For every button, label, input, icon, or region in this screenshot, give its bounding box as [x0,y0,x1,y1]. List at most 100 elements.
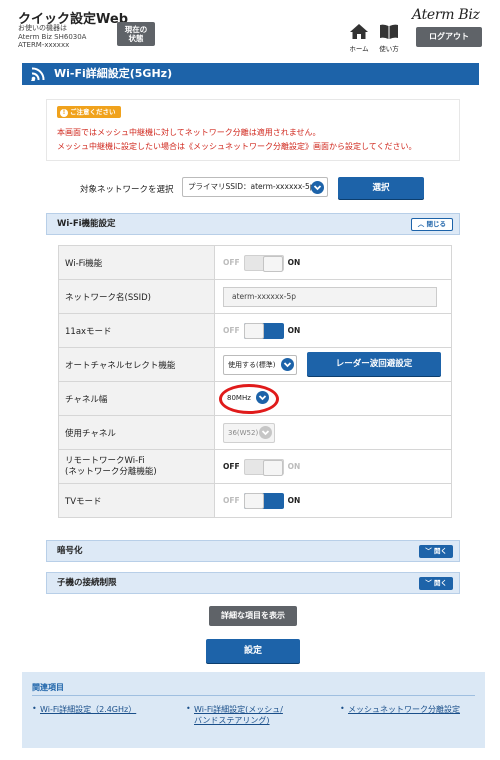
notice-badge-label: ご注意ください [70,108,116,116]
channel-label: 使用チャネル [58,415,215,450]
wifi-function-switch[interactable]: OFF ON [223,254,301,272]
device-info-line: お使いの機器は [18,24,67,32]
row-wifi-function: Wi-Fi機能 OFF ON [58,245,452,280]
home-icon [350,24,368,39]
collapse-wifi-settings-button[interactable]: ︿ 閉じる [410,218,453,231]
wifi-function-label: Wi-Fi機能 [58,245,215,280]
expand-label: 開く [434,579,447,587]
wifi-settings-header: Wi-Fi機能設定 ︿ 閉じる [46,213,460,235]
chevron-down-icon: ﹀ [425,579,432,587]
bullet: • [186,704,191,713]
row-tv-mode: TVモード OFF ON [58,483,452,518]
current-status-label-1: 現在の [124,25,148,34]
chevron-down-icon [259,425,272,439]
chevron-down-icon [281,357,294,371]
switch-knob [243,492,264,509]
help-button[interactable]: 使い方 [376,24,402,53]
logout-button[interactable]: ログアウト [416,27,482,47]
home-button[interactable]: ホーム [346,24,372,53]
page-title-bar: Wi-Fi詳細設定(5GHz) [22,63,479,85]
show-detail-button[interactable]: 詳細な項目を表示 [209,606,297,626]
chevron-up-icon: ︿ [417,220,425,228]
related-title: 関連項目 [32,683,64,692]
auto-channel-value: 使用する(標準) [228,360,276,369]
switch-knob [243,322,264,339]
switch-off-label: OFF [223,258,240,267]
device-info: お使いの機器は Aterm Biz SH6030A ATERM-xxxxxx [18,24,86,50]
chevron-down-icon [311,181,324,194]
switch-off-label: OFF [223,462,240,471]
channel-width-label: チャネル幅 [58,381,215,416]
channel-width-value: 80MHz [227,393,251,402]
channel-value: 36(W52) [228,428,259,437]
switch-on-label: ON [287,258,301,267]
channel-select[interactable]: 36(W52) [223,422,275,443]
11ax-mode-switch[interactable]: OFF ON [223,322,301,339]
wifi-icon [31,67,45,81]
notice-line-1: 本画面ではメッシュ中継機に対してネットワーク分離は適用されません。 [57,128,321,137]
row-auto-channel: オートチャネルセレクト機能 使用する(標準) レーダー波回避設定 [58,347,452,382]
link-mesh-network-isolation[interactable]: メッシュネットワーク分離設定 [348,704,460,715]
tv-mode-label: TVモード [58,483,215,518]
home-label: ホーム [349,45,369,53]
notice-box: ! ご注意ください 本画面ではメッシュ中継機に対してネットワーク分離は適用されませ… [46,99,460,161]
row-channel-width: チャネル幅 80MHz [58,381,452,416]
wifi-settings-table: Wi-Fi機能 OFF ON ネットワーク名(SSID) 11axモード OFF… [58,245,452,518]
switch-on-label: ON [287,326,301,335]
switch-off-label: OFF [223,496,240,505]
bullet: • [340,704,345,713]
page-title: Wi-Fi詳細設定(5GHz) [54,67,173,80]
11ax-mode-label: 11axモード [58,313,215,348]
link-wifi-mesh-line1: Wi-Fi詳細設定(メッシュ/ [194,705,283,714]
encryption-title: 暗号化 [57,546,83,556]
auto-channel-select[interactable]: 使用する(標準) [223,354,297,375]
brand-logo: Aterm Biz [412,7,480,23]
expand-client-limit-button[interactable]: ﹀ 開く [419,577,453,590]
client-limit-title: 子機の接続制限 [57,578,117,588]
submit-button[interactable]: 設定 [206,639,300,663]
switch-on-label: ON [287,496,301,505]
row-ssid: ネットワーク名(SSID) [58,279,452,314]
remote-work-wifi-sublabel: (ネットワーク分離機能) [65,466,157,477]
switch-on-label: ON [287,462,301,471]
row-11ax-mode: 11axモード OFF ON [58,313,452,348]
ssid-field[interactable] [223,286,437,307]
caution-icon: ! [60,109,68,117]
header: クイック設定Web お使いの機器は Aterm Biz SH6030A ATER… [0,0,500,53]
chevron-down-icon: ﹀ [425,547,432,555]
select-network-button[interactable]: 選択 [338,177,424,199]
expand-label: 開く [434,547,447,555]
help-label: 使い方 [379,45,399,53]
channel-width-select[interactable]: 80MHz [223,388,271,409]
collapse-label: 閉じる [426,220,447,228]
notice-badge: ! ご注意ください [57,106,121,118]
expand-encryption-button[interactable]: ﹀ 開く [419,545,453,558]
tv-mode-switch[interactable]: OFF ON [223,492,301,509]
bullet: • [32,704,37,713]
current-status-label-2: 状態 [128,34,144,43]
network-select[interactable]: プライマリSSID：aterm-xxxxxx-5p [182,177,328,197]
ssid-label: ネットワーク名(SSID) [58,279,215,314]
switch-knob [262,255,283,272]
row-channel: 使用チャネル 36(W52) [58,415,452,450]
radar-avoidance-button[interactable]: レーダー波回避設定 [307,352,441,376]
remote-work-wifi-switch[interactable]: OFF ON [223,458,301,476]
encryption-header: 暗号化 ﹀ 開く [46,540,460,562]
link-wifi-24ghz[interactable]: Wi-Fi詳細設定（2.4GHz） [40,704,136,715]
wifi-settings-title: Wi-Fi機能設定 [57,219,116,229]
network-select-label: 対象ネットワークを選択 [80,185,174,195]
book-icon [380,24,398,39]
row-remote-work-wifi: リモートワークWi-Fi (ネットワーク分離機能) OFF ON [58,449,452,484]
link-wifi-mesh-line2: バンドステアリング) [194,716,270,725]
current-status-button[interactable]: 現在の 状態 [117,22,155,46]
device-id: ATERM-xxxxxx [18,41,70,49]
network-select-value: プライマリSSID：aterm-xxxxxx-5p [188,182,315,191]
chevron-down-icon [256,390,269,404]
client-limit-header: 子機の接続制限 ﹀ 開く [46,572,460,594]
notice-line-2: メッシュ中継機に設定したい場合は《メッシュネットワーク分離設定》画面から設定して… [57,142,417,151]
link-wifi-mesh[interactable]: Wi-Fi詳細設定(メッシュ/ バンドステアリング) [194,704,283,726]
auto-channel-label: オートチャネルセレクト機能 [58,347,215,382]
device-model: Aterm Biz SH6030A [18,32,87,41]
switch-off-label: OFF [223,326,240,335]
switch-knob [262,459,283,476]
